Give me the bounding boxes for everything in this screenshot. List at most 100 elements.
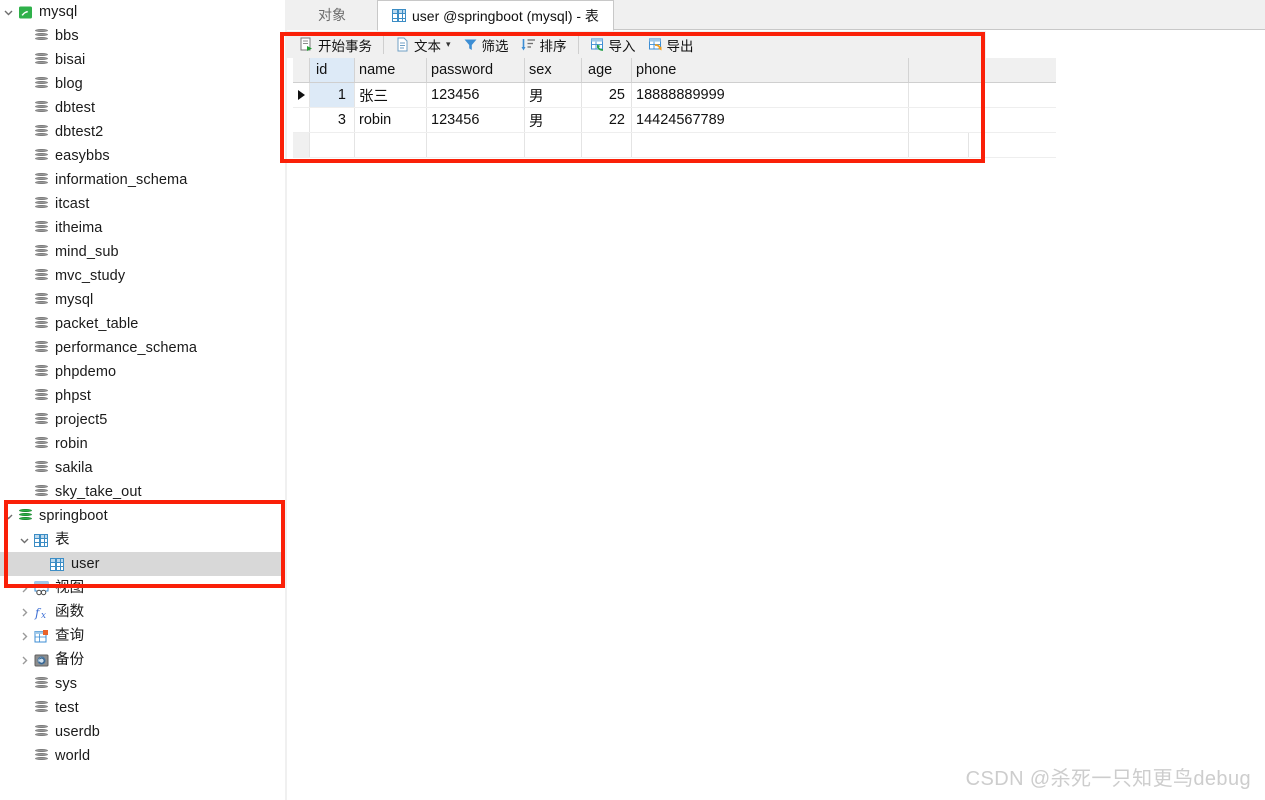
tree-item-connection-mysql[interactable]: mysql [0,0,285,24]
column-header-age[interactable]: age [582,58,632,82]
tree-item-database-itheima[interactable]: itheima [0,216,285,240]
chevron-right-icon[interactable] [16,607,32,618]
tree-item-icon-wrap [32,220,50,236]
tree-item-database-phpdemo[interactable]: phpdemo [0,360,285,384]
table-icon [392,9,406,22]
object-tree-sidebar[interactable]: mysql bbs bisai blog dbtest dbtest2 easybbs inf… [0,0,285,800]
table-row[interactable]: 3 robin 123456 男 22 14424567789 [293,108,1056,133]
export-button[interactable]: 导出 [642,33,700,57]
toolbar-separator [383,35,384,54]
table-toolbar[interactable]: 开始事务 文本 ▾ 筛选 排序 导入 导出 [287,31,986,58]
tree-item-database-mysql[interactable]: mysql [0,288,285,312]
tree-item-functions-folder[interactable]: f x 函数 [0,600,285,624]
cell-password[interactable]: 123456 [427,83,525,107]
cell-sex[interactable]: 男 [525,108,582,132]
tree-item-icon-wrap [32,124,50,140]
cell-password[interactable]: 123456 [427,108,525,132]
sort-button[interactable]: 排序 [515,33,573,57]
table-row[interactable]: 1 张三 123456 男 25 18888889999 [293,83,1056,108]
tree-item-label: performance_schema [55,340,198,356]
chevron-down-icon[interactable] [16,535,32,546]
tree-item-database-dbtest2[interactable]: dbtest2 [0,120,285,144]
tree-item-database-itcast[interactable]: itcast [0,192,285,216]
chevron-down-icon[interactable] [0,511,16,522]
tree-item-database-world[interactable]: world [0,744,285,768]
tree-item-database-springboot[interactable]: springboot [0,504,285,528]
chevron-right-icon[interactable] [16,631,32,642]
row-marker[interactable] [293,83,310,107]
database-icon [34,292,48,308]
cell-name[interactable]: 张三 [355,83,427,107]
column-header-sex[interactable]: sex [525,58,582,82]
tree-item-database-performance_schema[interactable]: performance_schema [0,336,285,360]
tree-item-backups-folder[interactable]: 备份 [0,648,285,672]
tree-item-database-easybbs[interactable]: easybbs [0,144,285,168]
mysql-connection-icon [18,6,32,18]
tree-item-database-bisai[interactable]: bisai [0,48,285,72]
chevron-right-icon[interactable] [16,655,32,666]
empty-cell-id [310,133,355,157]
cell-id[interactable]: 3 [310,108,355,132]
tree-item-icon-wrap [32,196,50,212]
tree-item-database-mind_sub[interactable]: mind_sub [0,240,285,264]
tree-item-queries-folder[interactable]: 查询 [0,624,285,648]
chevron-down-icon[interactable]: ▾ [446,39,451,50]
database-icon [34,388,48,404]
tree-item-database-phpst[interactable]: phpst [0,384,285,408]
tree-item-label: bisai [55,52,86,68]
chevron-right-icon[interactable] [16,583,32,594]
tree-item-label: phpst [55,388,91,404]
empty-cell-age [582,133,632,157]
tree-item-database-packet_table[interactable]: packet_table [0,312,285,336]
tree-item-database-sys[interactable]: sys [0,672,285,696]
column-header-phone[interactable]: phone [632,58,909,82]
tree-item-database-robin[interactable]: robin [0,432,285,456]
tree-item-database-sakila[interactable]: sakila [0,456,285,480]
tree-item-label: 视图 [55,580,85,596]
import-button[interactable]: 导入 [584,33,642,57]
filter-button[interactable]: 筛选 [457,33,515,57]
tree-item-database-bbs[interactable]: bbs [0,24,285,48]
cell-phone[interactable]: 18888889999 [632,83,909,107]
data-grid[interactable]: id name password sex age phone 1 张三 123456… [293,58,1056,158]
column-header-id[interactable]: id [310,58,355,82]
tab-user-table[interactable]: user @springboot (mysql) - 表 [377,0,614,31]
tree-item-database-project5[interactable]: project5 [0,408,285,432]
cell-phone[interactable]: 14424567789 [632,108,909,132]
tree-item-label: 查询 [55,628,85,644]
cell-sex[interactable]: 男 [525,83,582,107]
row-marker[interactable] [293,108,310,132]
column-header-password[interactable]: password [427,58,525,82]
tab-bar[interactable]: 对象 user @springboot (mysql) - 表 [287,0,1265,31]
cell-age[interactable]: 25 [582,83,632,107]
database-icon [34,364,48,380]
tab-objects[interactable]: 对象 [287,0,377,30]
tree-item-database-userdb[interactable]: userdb [0,720,285,744]
tree-item-database-test[interactable]: test [0,696,285,720]
tree-item-database-mvc_study[interactable]: mvc_study [0,264,285,288]
cell-id[interactable]: 1 [310,83,355,107]
cell-age[interactable]: 22 [582,108,632,132]
cell-name[interactable]: robin [355,108,427,132]
tree-item-database-dbtest[interactable]: dbtest [0,96,285,120]
grid-body[interactable]: 1 张三 123456 男 25 18888889999 3 robin 123456 男 22 14… [293,83,1056,133]
tree-item-icon-wrap [32,748,50,764]
tree-item-label: blog [55,76,83,92]
grid-empty-row[interactable] [293,133,1056,158]
tree-item-table-user[interactable]: user [0,552,285,576]
tree-item-label: 备份 [55,652,85,668]
main-pane: 对象 user @springboot (mysql) - 表 开始事务 文本 … [287,0,1265,800]
tree-item-database-information_schema[interactable]: information_schema [0,168,285,192]
chevron-down-icon[interactable] [0,7,16,18]
begin-transaction-button[interactable]: 开始事务 [293,33,378,57]
tree-item-icon-wrap [32,533,50,547]
tree-item-database-blog[interactable]: blog [0,72,285,96]
tree-item-views-folder[interactable]: 视图 [0,576,285,600]
tree-list[interactable]: mysql bbs bisai blog dbtest dbtest2 easybbs inf… [0,0,285,768]
database-icon [34,748,48,764]
tree-item-database-sky_take_out[interactable]: sky_take_out [0,480,285,504]
text-button[interactable]: 文本 ▾ [389,33,457,57]
tree-item-tables-folder[interactable]: 表 [0,528,285,552]
column-header-name[interactable]: name [355,58,427,82]
export-label: 导出 [666,38,694,54]
